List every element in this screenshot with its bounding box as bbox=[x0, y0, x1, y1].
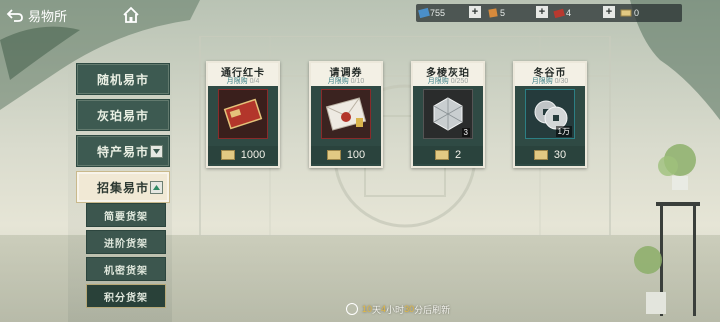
item-price: 2 bbox=[413, 146, 483, 164]
item-image bbox=[321, 89, 371, 139]
price-value: 100 bbox=[346, 149, 366, 161]
home-icon[interactable] bbox=[122, 6, 140, 24]
resource-orange-gem-value: 5 bbox=[500, 8, 506, 18]
shop-item-card[interactable]: 通行红卡 月限购 0/4 1000 bbox=[206, 61, 280, 168]
subtab-label: 机密货架 bbox=[104, 265, 148, 277]
sidebar-tab-label: 灰珀易市 bbox=[96, 108, 149, 123]
resource-red-card-value: 4 bbox=[566, 8, 572, 18]
subtab-advanced-shelf[interactable]: 进阶货架 bbox=[86, 230, 166, 254]
item-price: 1000 bbox=[208, 146, 278, 164]
subtab-label: 简要货架 bbox=[104, 211, 148, 223]
coin-stack-icon bbox=[533, 150, 548, 160]
resource-coin bbox=[620, 4, 632, 22]
item-quantity-badge: 3 bbox=[461, 128, 470, 137]
chevron-down-icon[interactable] bbox=[150, 145, 163, 158]
shop-item-card[interactable]: 冬谷币 月限购 0/30 1万 30 bbox=[513, 61, 587, 168]
sidebar-tab-specialty-market[interactable]: 特产易市 bbox=[76, 135, 170, 167]
item-image: 3 bbox=[423, 89, 473, 139]
shop-item-card[interactable]: 多棱灰珀 月限购 0/250 3 2 bbox=[411, 61, 485, 168]
refresh-days: 10 bbox=[362, 304, 373, 314]
top-bar: 易物所 755 + 5 + 4 + 0 bbox=[0, 0, 720, 30]
add-blue-ticket-button[interactable]: + bbox=[469, 6, 481, 18]
purchase-limit: 月限购 0/30 bbox=[515, 76, 585, 86]
price-value: 1000 bbox=[240, 149, 266, 161]
limit-value: 0/30 bbox=[554, 78, 569, 85]
subtab-basic-shelf[interactable]: 简要货架 bbox=[86, 203, 166, 227]
blue-ticket-icon bbox=[418, 7, 430, 19]
coin-stack-icon bbox=[434, 150, 449, 160]
refresh-timer: 10 天 4 小时 30 分后刷新 bbox=[346, 302, 450, 316]
sidebar-tab-random-market[interactable]: 随机易市 bbox=[76, 63, 170, 95]
resource-coin-value: 0 bbox=[634, 8, 640, 18]
page-title: 易物所 bbox=[28, 9, 68, 25]
purchase-limit: 月限购 0/4 bbox=[208, 76, 278, 86]
sidebar-tab-label: 招集易市 bbox=[96, 180, 149, 195]
item-price: 30 bbox=[515, 146, 585, 164]
refresh-days-unit: 天 bbox=[372, 304, 382, 315]
sidebar-tab-label: 特产易市 bbox=[96, 144, 149, 159]
orange-gem-icon bbox=[488, 8, 498, 18]
limit-label: 月限购 bbox=[226, 78, 248, 85]
limit-label: 月限购 bbox=[427, 78, 449, 85]
limit-value: 0/10 bbox=[350, 78, 365, 85]
sidebar-tab-recruit-market[interactable]: 招集易市 bbox=[76, 171, 170, 203]
purchase-limit: 月限购 0/250 bbox=[413, 76, 483, 86]
price-value: 2 bbox=[454, 149, 462, 161]
coin-stack-icon bbox=[220, 150, 235, 160]
refresh-minutes-unit: 分后刷新 bbox=[414, 304, 451, 315]
refresh-hours-unit: 小时 bbox=[386, 304, 405, 315]
coin-stack-icon bbox=[326, 150, 341, 160]
item-quantity-badge: 1万 bbox=[555, 126, 572, 137]
item-image bbox=[218, 89, 268, 139]
subtab-points-shelf[interactable]: 积分货架 bbox=[86, 284, 166, 308]
limit-label: 月限购 bbox=[327, 78, 349, 85]
subtab-label: 进阶货架 bbox=[104, 238, 148, 250]
potted-plants-decoration bbox=[634, 144, 700, 316]
refresh-minutes: 30 bbox=[404, 304, 415, 314]
back-button[interactable]: 易物所 bbox=[6, 3, 110, 27]
coin-stack-icon bbox=[620, 9, 632, 17]
resource-blue-ticket bbox=[418, 4, 430, 22]
back-arrow-icon bbox=[6, 9, 23, 22]
subtab-label: 积分货架 bbox=[104, 292, 148, 304]
limit-label: 月限购 bbox=[531, 78, 553, 85]
price-value: 30 bbox=[553, 149, 567, 161]
add-orange-gem-button[interactable]: + bbox=[536, 6, 548, 18]
sidebar-tab-amber-market[interactable]: 灰珀易市 bbox=[76, 99, 170, 131]
item-price: 100 bbox=[311, 146, 381, 164]
subtab-secret-shelf[interactable]: 机密货架 bbox=[86, 257, 166, 281]
sidebar-tab-label: 随机易市 bbox=[96, 72, 149, 87]
limit-value: 0/250 bbox=[450, 78, 469, 85]
item-image: 1万 bbox=[525, 89, 575, 139]
envelope-seal-icon bbox=[322, 90, 370, 138]
chevron-up-icon[interactable] bbox=[150, 181, 163, 194]
clock-icon bbox=[346, 303, 358, 315]
red-card-icon bbox=[553, 8, 565, 19]
shop-item-card[interactable]: 请调券 月限购 0/10 100 bbox=[309, 61, 383, 168]
red-card-icon bbox=[219, 90, 267, 138]
add-red-card-button[interactable]: + bbox=[603, 6, 615, 18]
purchase-limit: 月限购 0/10 bbox=[311, 76, 381, 86]
limit-value: 0/4 bbox=[249, 78, 260, 85]
resource-red-card bbox=[553, 4, 565, 22]
resource-blue-ticket-value: 755 bbox=[430, 8, 446, 18]
resource-orange-gem bbox=[487, 4, 499, 22]
